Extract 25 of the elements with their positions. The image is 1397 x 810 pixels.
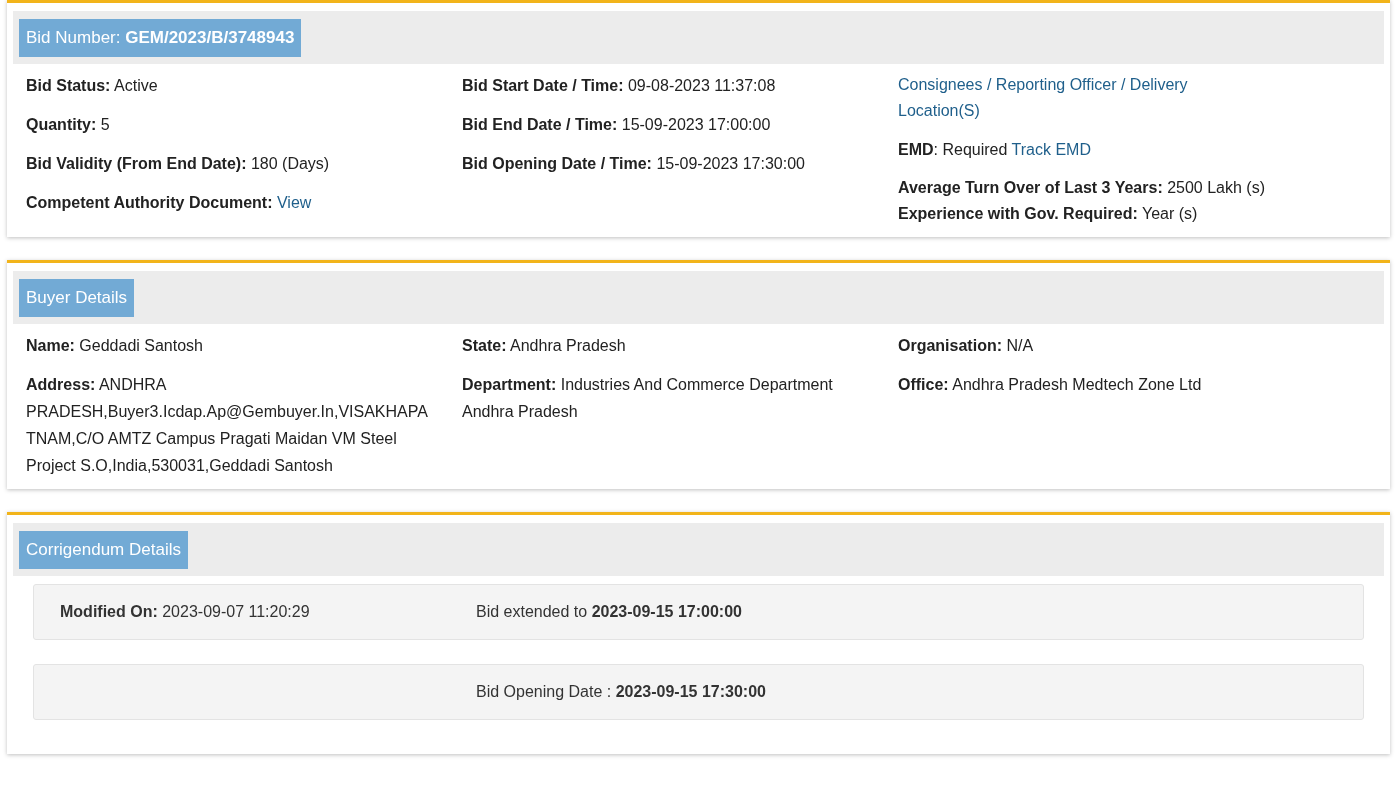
field-text: EMD: Required Track EMD bbox=[898, 140, 1092, 160]
field-text: Office: Andhra Pradesh Medtech Zone Ltd bbox=[898, 375, 1203, 395]
field-text: Department: Industries And Commerce Department Andhra Pradesh bbox=[462, 375, 834, 422]
field-text: Competent Authority Document: View bbox=[26, 193, 313, 213]
field-text: Experience with Gov. Required: Year (s) bbox=[898, 204, 1199, 224]
field-text: Name: Geddadi Santosh bbox=[26, 336, 204, 356]
field-text: Average Turn Over of Last 3 Years: 2500 Lakh (s) bbox=[898, 178, 1266, 198]
field-text: Organisation: N/A bbox=[898, 336, 1035, 356]
section-title: Buyer Details bbox=[19, 278, 135, 317]
field-text: Quantity: 5 bbox=[26, 115, 111, 135]
field-text: State: Andhra Pradesh bbox=[462, 336, 627, 356]
modified-date-text: Modified On: 2023-09-07 11:20:29 bbox=[60, 603, 310, 620]
field-text: Address: ANDHRA PRADESH,Buyer3.Icdap.Ap@Gembuyer.In,VISAKHAPATNAM,C/O AMTZ Campus Pragati Maidan VM Steel Project S.O,India,530031,Geddadi Santosh bbox=[26, 375, 429, 476]
consignees-link[interactable]: Consignees / Reporting Officer / Delivery Location(S) bbox=[898, 72, 1248, 124]
field-link[interactable]: Track EMD bbox=[1011, 141, 1091, 158]
corrigendum-text: Bid extended to 2023-09-15 17:00:00 bbox=[476, 602, 742, 622]
field-link[interactable]: View bbox=[276, 194, 312, 211]
field-text: Bid Start Date / Time: 09-08-2023 11:37:08 bbox=[462, 76, 777, 96]
section-title: Bid Number: GEM/2023/B/3748943 bbox=[19, 18, 302, 57]
field-text: Bid End Date / Time: 15-09-2023 17:00:00 bbox=[462, 115, 772, 135]
field-text: Bid Opening Date / Time: 15-09-2023 17:30:00 bbox=[462, 154, 806, 174]
field-text: Bid Status: Active bbox=[26, 76, 159, 96]
section-title: Corrigendum Details bbox=[19, 530, 188, 569]
field-text: Bid Validity (From End Date): 180 (Days) bbox=[26, 154, 331, 174]
corrigendum-text: Bid Opening Date : 2023-09-15 17:30:00 bbox=[476, 682, 766, 702]
